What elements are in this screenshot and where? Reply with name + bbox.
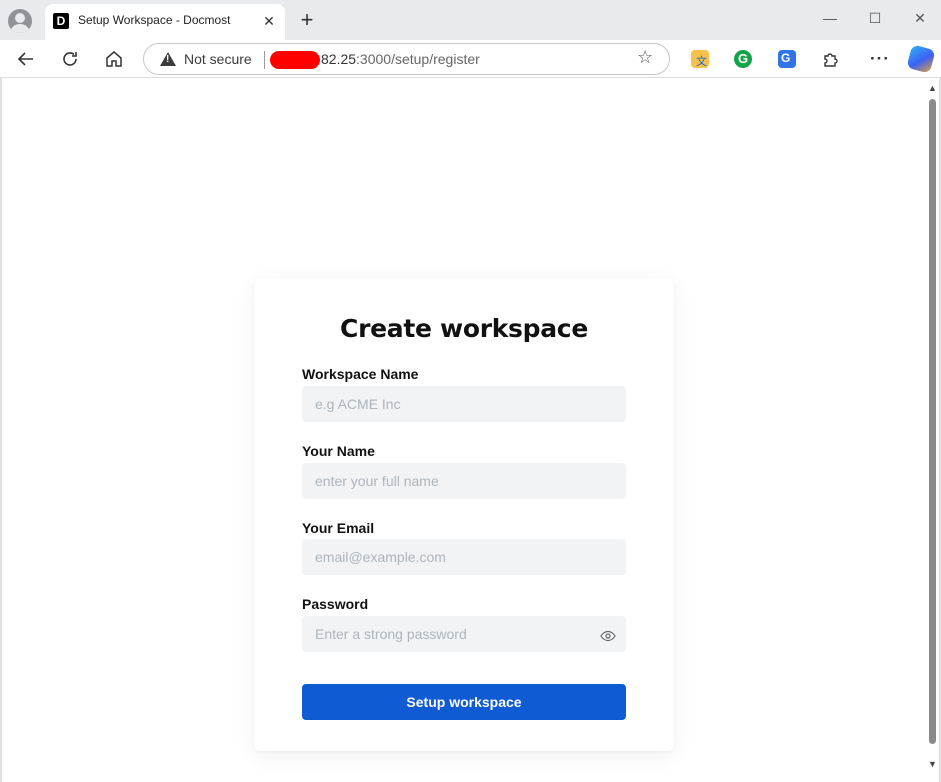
browser-tab[interactable]: D Setup Workspace - Docmost ✕: [45, 4, 285, 40]
redacted-url-host: [270, 51, 320, 69]
profile-icon[interactable]: [8, 9, 32, 33]
grammarly-icon[interactable]: [734, 50, 752, 68]
setup-card: Create workspace Workspace Name Your Nam…: [254, 278, 674, 751]
eye-icon[interactable]: [600, 628, 616, 644]
workspace-name-label: Workspace Name: [302, 366, 419, 382]
separator: [264, 51, 265, 69]
setup-workspace-button[interactable]: Setup workspace: [302, 684, 626, 720]
url-path: :3000/setup/register: [356, 51, 480, 67]
your-email-label: Your Email: [302, 520, 375, 536]
more-icon[interactable]: ···: [868, 47, 892, 71]
maximize-icon[interactable]: ☐: [863, 8, 887, 28]
vertical-scrollbar[interactable]: ▲ ▼: [925, 83, 939, 776]
google-translate-icon[interactable]: [778, 50, 796, 68]
home-icon[interactable]: [102, 47, 126, 71]
translate-extension-icon[interactable]: [691, 50, 709, 69]
plus-icon[interactable]: +: [295, 8, 319, 32]
scroll-up-icon[interactable]: ▲: [928, 83, 937, 93]
tab-title: Setup Workspace - Docmost: [78, 13, 231, 27]
reload-icon[interactable]: [58, 47, 82, 71]
docmost-favicon-icon: D: [53, 13, 69, 29]
window-close-icon[interactable]: ✕: [908, 8, 932, 28]
password-input[interactable]: [302, 616, 626, 652]
address-bar[interactable]: Not secure 82.25:3000/setup/register ☆: [143, 43, 670, 75]
tab-strip: D Setup Workspace - Docmost ✕ + — ☐ ✕: [0, 0, 941, 40]
your-email-input[interactable]: [302, 539, 626, 575]
url-text[interactable]: 82.25:3000/setup/register: [321, 51, 480, 67]
scrollbar-thumb[interactable]: [929, 99, 936, 744]
star-icon[interactable]: ☆: [637, 47, 653, 68]
url-host: 82.25: [321, 51, 357, 67]
your-name-label: Your Name: [302, 443, 375, 459]
close-icon[interactable]: ✕: [259, 11, 279, 31]
back-icon[interactable]: [14, 47, 38, 71]
scroll-down-icon[interactable]: ▼: [928, 759, 937, 769]
page-title: Create workspace: [340, 314, 588, 343]
browser-toolbar: Not secure 82.25:3000/setup/register ☆ ·…: [0, 40, 941, 78]
security-label[interactable]: Not secure: [184, 51, 252, 67]
password-label: Password: [302, 596, 369, 612]
extensions-icon[interactable]: [819, 47, 843, 71]
your-name-input[interactable]: [302, 463, 626, 499]
minimize-icon[interactable]: —: [818, 8, 842, 28]
warning-icon[interactable]: [160, 52, 176, 66]
workspace-name-input[interactable]: [302, 386, 626, 422]
copilot-icon[interactable]: [906, 44, 936, 74]
